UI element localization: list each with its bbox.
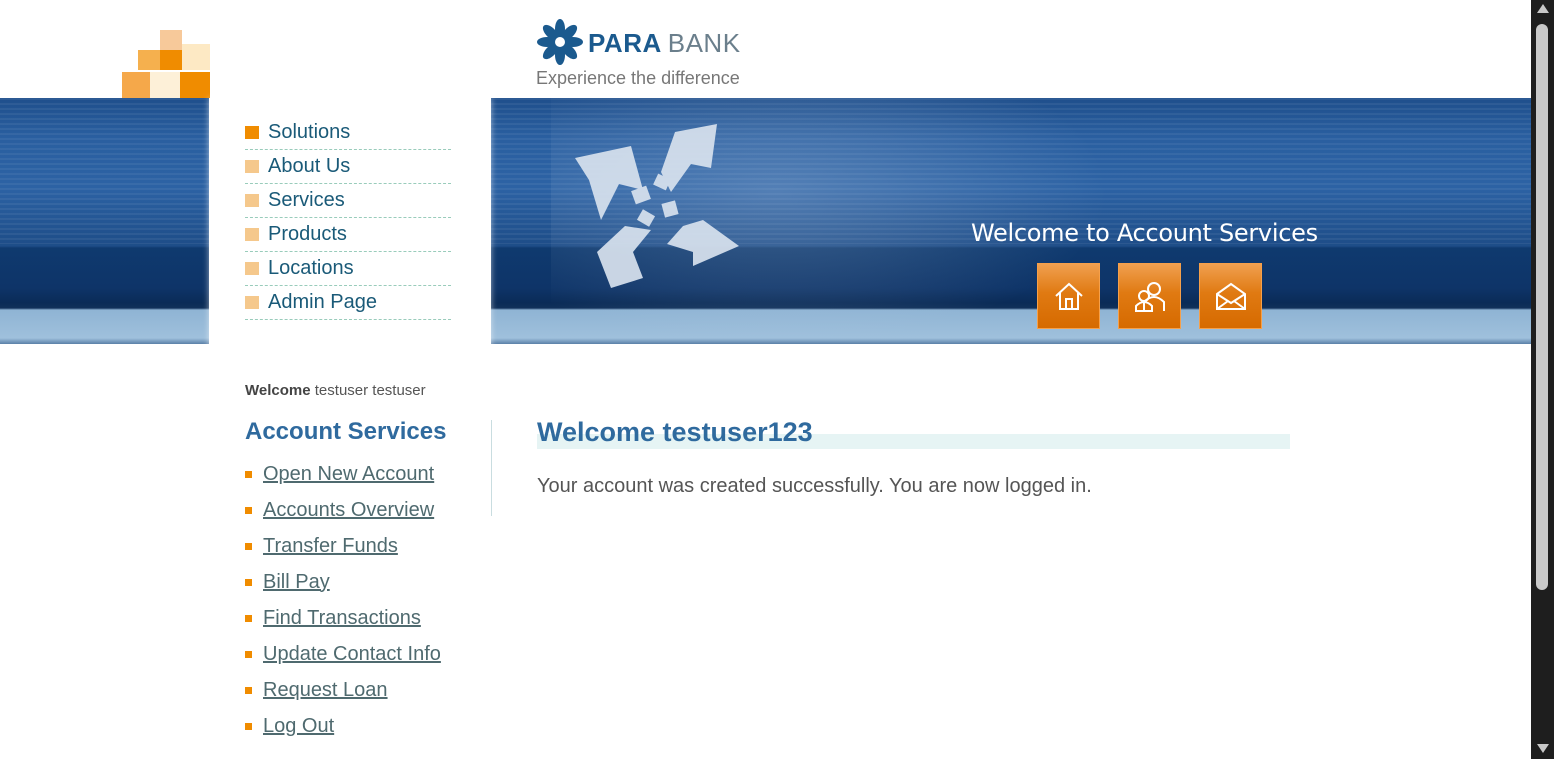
bullet-icon bbox=[245, 650, 252, 658]
logo-blocks-graphic bbox=[108, 28, 218, 98]
menu-bullet-icon bbox=[245, 126, 259, 139]
home-icon bbox=[1054, 282, 1083, 310]
account-services-list: Open New Account Accounts Overview Trans… bbox=[245, 456, 441, 744]
menu-bullet-icon bbox=[245, 228, 259, 241]
bill-pay-link[interactable]: Bill Pay bbox=[263, 571, 330, 594]
sidebar-item-accounts-overview: Accounts Overview bbox=[245, 492, 441, 528]
brand-name-para: PARA bbox=[588, 28, 662, 58]
bullet-icon bbox=[245, 722, 252, 730]
scroll-up-icon[interactable] bbox=[1537, 4, 1549, 13]
top-menu: Solutions About Us Services Products Loc… bbox=[245, 116, 451, 320]
sidebar-welcome-line: Welcome testuser testuser bbox=[245, 382, 426, 399]
accounts-overview-link[interactable]: Accounts Overview bbox=[263, 499, 434, 522]
sidebar-item-request-loan: Request Loan bbox=[245, 672, 441, 708]
menu-item-about-us[interactable]: About Us bbox=[245, 150, 451, 184]
welcome-username: testuser testuser bbox=[314, 382, 426, 399]
bullet-icon bbox=[245, 470, 252, 478]
contact-button[interactable] bbox=[1199, 263, 1262, 329]
find-transactions-link[interactable]: Find Transactions bbox=[263, 607, 421, 630]
bullet-icon bbox=[245, 542, 252, 550]
vertical-scrollbar[interactable] bbox=[1531, 0, 1554, 759]
about-button[interactable] bbox=[1118, 263, 1181, 329]
menu-link[interactable]: Services bbox=[268, 189, 345, 212]
sidebar-item-transfer-funds: Transfer Funds bbox=[245, 528, 441, 564]
update-contact-info-link[interactable]: Update Contact Info bbox=[263, 643, 441, 666]
menu-item-locations[interactable]: Locations bbox=[245, 252, 451, 286]
log-out-link[interactable]: Log Out bbox=[263, 715, 334, 738]
parabank-flower-logo-icon bbox=[537, 19, 583, 65]
success-message: Your account was created successfully. Y… bbox=[537, 475, 1092, 497]
sidebar-item-open-new-account: Open New Account bbox=[245, 456, 441, 492]
sidebar-item-find-transactions: Find Transactions bbox=[245, 600, 441, 636]
sidebar-item-log-out: Log Out bbox=[245, 708, 441, 744]
transfer-funds-link[interactable]: Transfer Funds bbox=[263, 535, 398, 558]
menu-link[interactable]: Products bbox=[268, 223, 347, 246]
header-welcome-banner: Welcome to Account Services bbox=[971, 219, 1318, 247]
header-arrows-icon bbox=[575, 124, 739, 288]
envelope-icon bbox=[1215, 282, 1246, 310]
menu-bullet-icon bbox=[245, 262, 259, 275]
menu-bullet-icon bbox=[245, 194, 259, 207]
menu-item-solutions[interactable]: Solutions bbox=[245, 116, 451, 150]
about-people-icon bbox=[1134, 282, 1165, 312]
request-loan-link[interactable]: Request Loan bbox=[263, 679, 388, 702]
bullet-icon bbox=[245, 686, 252, 694]
sidebar-item-bill-pay: Bill Pay bbox=[245, 564, 441, 600]
menu-bullet-icon bbox=[245, 160, 259, 173]
scrollbar-thumb[interactable] bbox=[1536, 24, 1548, 590]
sidebar-item-update-contact-info: Update Contact Info bbox=[245, 636, 441, 672]
home-button[interactable] bbox=[1037, 263, 1100, 329]
bullet-icon bbox=[245, 506, 252, 514]
brand-name-bank: BANK bbox=[667, 28, 741, 58]
menu-link[interactable]: Locations bbox=[268, 257, 354, 280]
welcome-label: Welcome bbox=[245, 382, 311, 399]
open-new-account-link[interactable]: Open New Account bbox=[263, 463, 434, 486]
menu-link[interactable]: About Us bbox=[268, 155, 350, 178]
bullet-icon bbox=[245, 614, 252, 622]
menu-item-services[interactable]: Services bbox=[245, 184, 451, 218]
brand-tagline: Experience the difference bbox=[536, 68, 740, 88]
bullet-icon bbox=[245, 578, 252, 586]
menu-item-products[interactable]: Products bbox=[245, 218, 451, 252]
column-divider bbox=[491, 420, 492, 516]
menu-link[interactable]: Admin Page bbox=[268, 291, 377, 314]
menu-link[interactable]: Solutions bbox=[268, 121, 350, 144]
menu-item-admin-page[interactable]: Admin Page bbox=[245, 286, 451, 320]
account-services-title: Account Services bbox=[245, 418, 447, 445]
scroll-down-icon[interactable] bbox=[1537, 744, 1549, 753]
brand-name: PARA BANK bbox=[588, 28, 741, 59]
menu-bullet-icon bbox=[245, 296, 259, 309]
page-title: Welcome testuser123 bbox=[537, 417, 813, 447]
